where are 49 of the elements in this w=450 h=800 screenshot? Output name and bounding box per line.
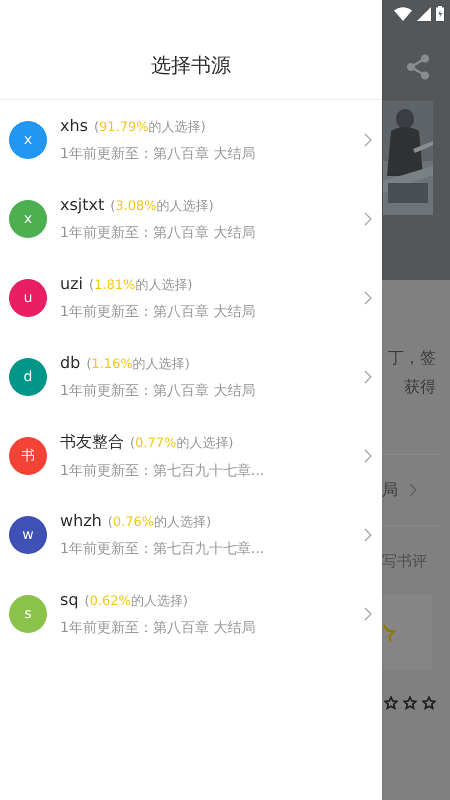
chevron-icon	[364, 528, 372, 542]
source-name: uzi	[60, 274, 83, 293]
chevron-icon	[409, 483, 417, 497]
chevron-icon	[364, 448, 372, 462]
share-icon[interactable]	[406, 54, 430, 80]
source-item[interactable]: 书 书友整合 (0.77%的人选择) 1年前更新至：第七百九十七章...	[0, 416, 382, 495]
source-item[interactable]: s sq (0.62%的人选择) 1年前更新至：第八百章 大结局	[0, 574, 382, 653]
chevron-icon	[364, 290, 372, 304]
intro-text: 丁，签	[388, 348, 436, 369]
source-name: whzh	[60, 511, 102, 530]
selection-rate: (1.81%的人选择)	[88, 277, 192, 294]
selection-rate: (0.77%的人选择)	[130, 434, 234, 452]
source-item[interactable]: u uzi (1.81%的人选择) 1年前更新至：第八百章 大结局	[0, 258, 382, 337]
source-name: xsjtxt	[60, 195, 104, 214]
source-name: db	[60, 353, 80, 372]
avatar-icon: x	[9, 120, 47, 158]
avatar-icon: d	[9, 358, 47, 396]
source-item[interactable]: w whzh (0.76%的人选择) 1年前更新至：第七百九十七章...	[0, 495, 382, 574]
chevron-icon	[364, 370, 372, 384]
avatar-icon: u	[9, 278, 47, 316]
update-info: 1年前更新至：第八百章 大结局	[60, 224, 256, 242]
selection-rate: (1.16%的人选择)	[86, 356, 190, 373]
selection-rate: (0.76%的人选择)	[108, 514, 212, 531]
battery-icon	[436, 6, 444, 21]
signal-icon	[417, 6, 431, 20]
source-item[interactable]: d db (1.16%的人选择) 1年前更新至：第八百章 大结局	[0, 337, 382, 416]
update-info: 1年前更新至：第七百九十七章...	[60, 462, 266, 480]
avatar-icon: x	[9, 200, 47, 238]
wifi-icon	[394, 6, 412, 20]
source-name: 书友整合	[60, 432, 124, 452]
chevron-icon	[364, 606, 372, 620]
source-item[interactable]: x xhs (91.79%的人选择) 1年前更新至：第八百章 大结局	[0, 100, 382, 179]
chevron-icon	[364, 132, 372, 146]
selection-rate: (3.08%的人选择)	[110, 198, 214, 215]
update-info: 1年前更新至：第七百九十七章...	[60, 540, 266, 558]
update-info: 1年前更新至：第八百章 大结局	[60, 145, 256, 163]
update-info: 1年前更新至：第八百章 大结局	[60, 303, 256, 321]
avatar-icon: 书	[9, 436, 47, 474]
selection-rate: (91.79%的人选择)	[94, 119, 206, 136]
avatar-icon: s	[9, 594, 47, 632]
source-item[interactable]: x xsjtxt (3.08%的人选择) 1年前更新至：第八百章 大结局	[0, 179, 382, 258]
selection-rate: (0.62%的人选择)	[84, 593, 188, 610]
update-info: 1年前更新至：第八百章 大结局	[60, 382, 256, 400]
source-name: xhs	[60, 116, 88, 135]
avatar-icon: w	[9, 516, 47, 554]
chevron-icon	[364, 212, 372, 226]
source-name: sq	[60, 590, 78, 609]
intro-text: 获得	[404, 377, 436, 398]
update-info: 1年前更新至：第八百章 大结局	[60, 619, 256, 637]
